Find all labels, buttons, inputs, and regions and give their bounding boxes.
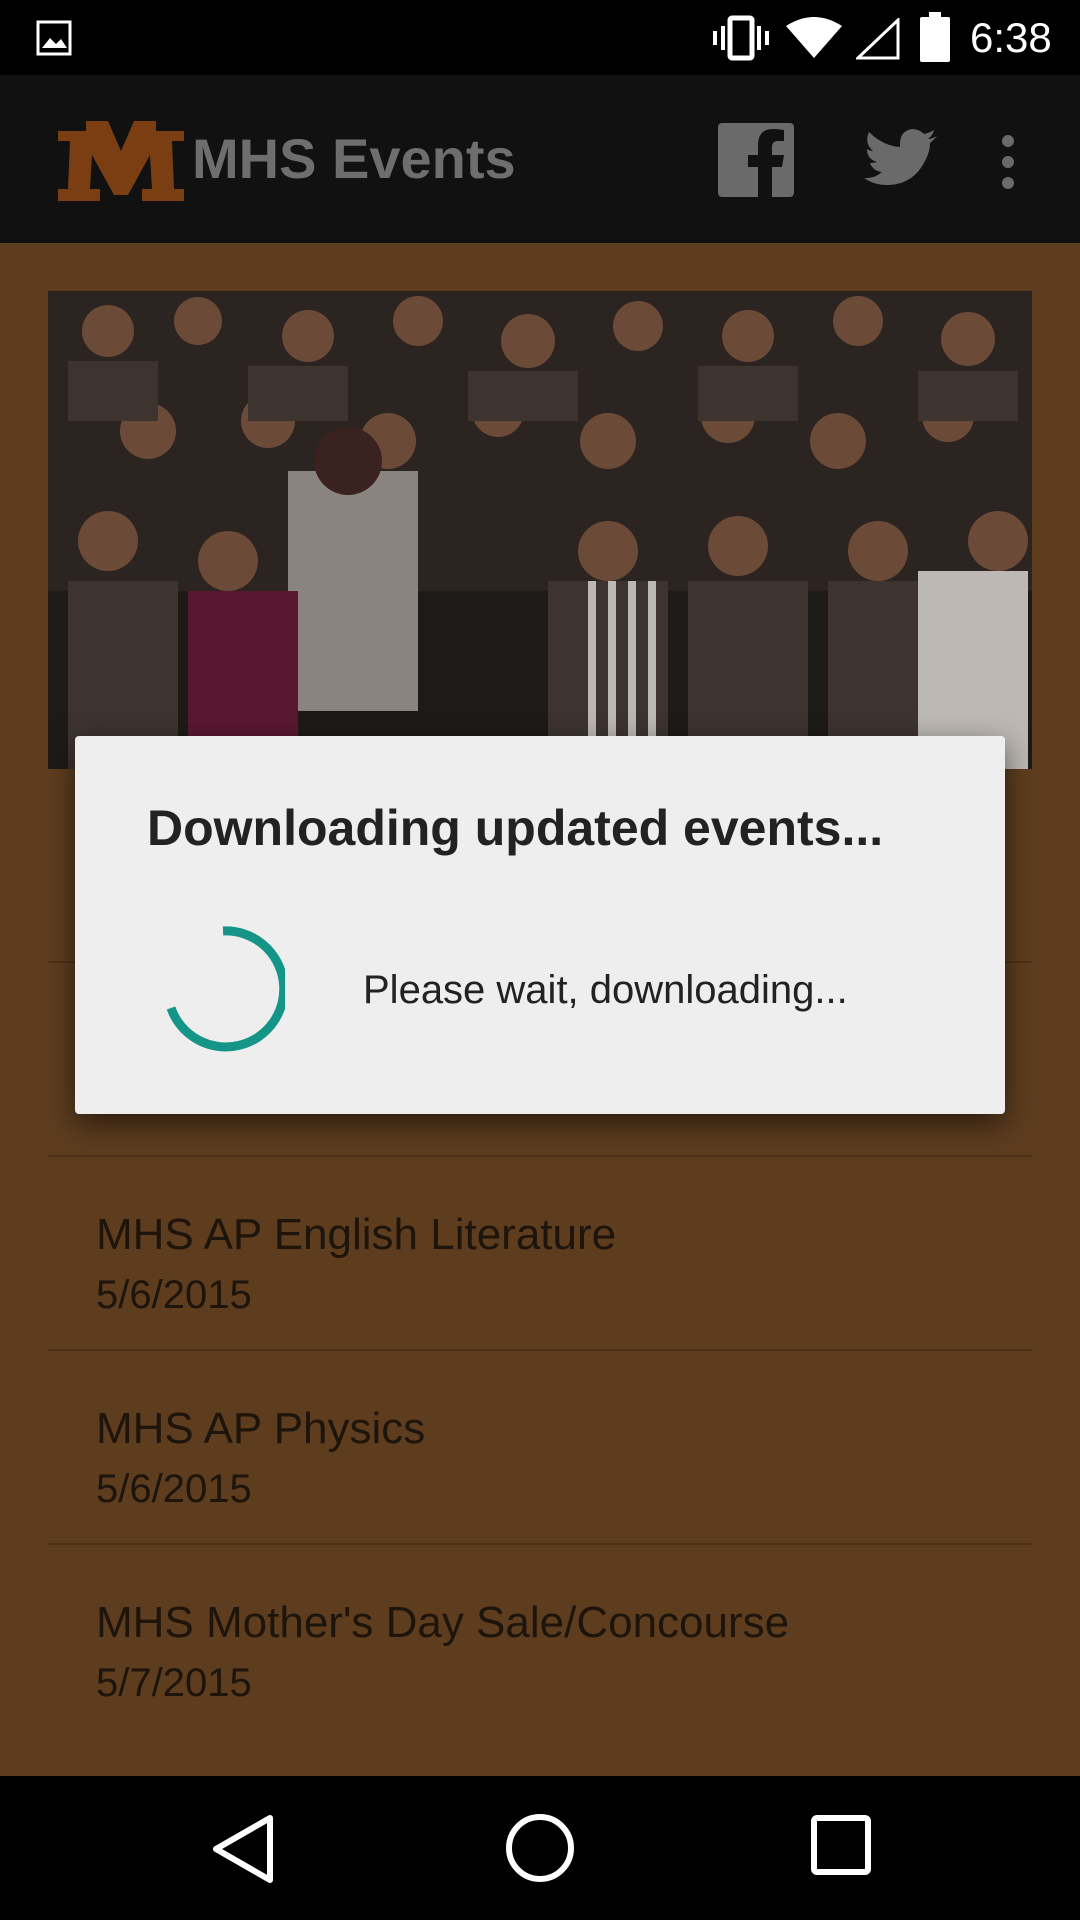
wifi-icon: [786, 17, 842, 58]
more-vert-icon[interactable]: [996, 133, 1020, 191]
status-bar: 6:38: [0, 0, 1080, 75]
dialog-title: Downloading updated events...: [147, 800, 884, 856]
image-notification-icon: [36, 20, 72, 56]
mhs-m-logo-icon: [58, 121, 184, 201]
event-list-item[interactable]: MHS AP English Literature 5/6/2015: [48, 1157, 1032, 1351]
event-title: MHS AP Physics: [96, 1404, 426, 1453]
event-list-item[interactable]: MHS AP Physics 5/6/2015: [48, 1351, 1032, 1545]
event-date: 5/7/2015: [96, 1661, 252, 1705]
home-icon[interactable]: [504, 1812, 576, 1884]
dialog-message: Please wait, downloading...: [363, 968, 848, 1012]
event-list-item[interactable]: MHS Mother's Day Sale/Concourse 5/7/2015: [48, 1545, 1032, 1739]
app-title: MHS Events: [192, 127, 516, 190]
event-title: MHS Mother's Day Sale/Concourse: [96, 1598, 790, 1647]
event-title: MHS AP English Literature: [96, 1210, 617, 1259]
recents-icon[interactable]: [810, 1814, 872, 1876]
back-icon[interactable]: [210, 1812, 276, 1886]
event-date: 5/6/2015: [96, 1467, 252, 1511]
status-clock: 6:38: [970, 14, 1052, 61]
battery-icon: [920, 12, 950, 62]
facebook-icon[interactable]: [718, 123, 794, 197]
app-bar: MHS Events: [0, 75, 1080, 243]
crowd-photo-icon: [48, 291, 1032, 769]
navigation-bar: [0, 1776, 1080, 1920]
event-date: 5/6/2015: [96, 1273, 252, 1317]
vibrate-icon: [713, 15, 769, 61]
signal-icon: [856, 18, 900, 60]
hero-crowd-photo: [48, 291, 1032, 769]
twitter-icon[interactable]: [864, 129, 938, 191]
loading-spinner-icon: [166, 926, 285, 1052]
progress-dialog: Downloading updated events... Please wai…: [75, 736, 1005, 1114]
